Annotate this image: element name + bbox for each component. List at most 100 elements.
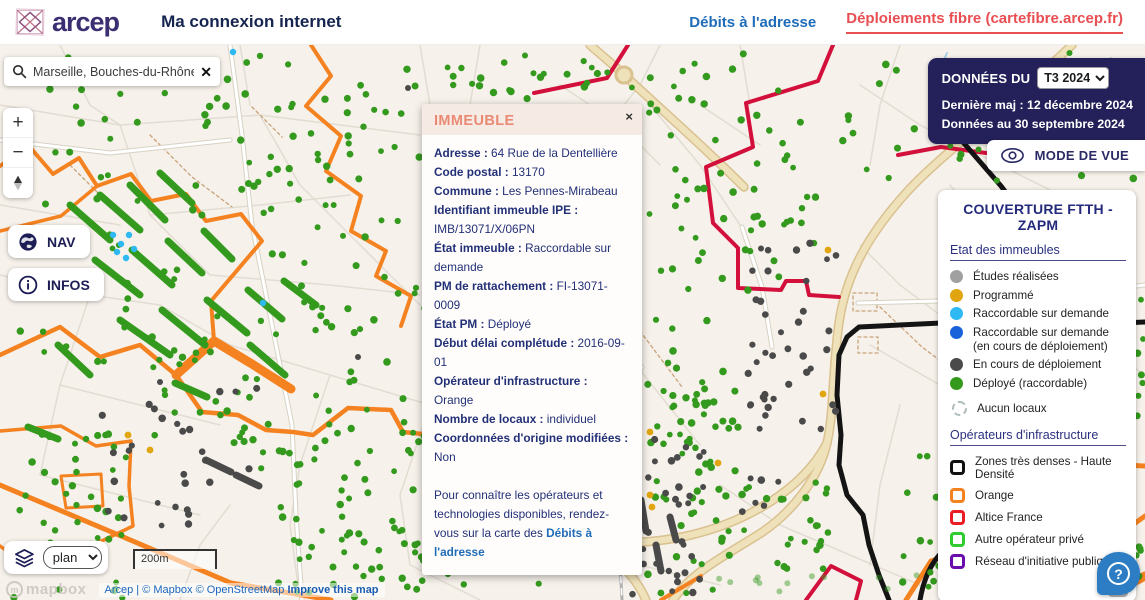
- popup-field: État immeuble : Raccordable sur demande: [434, 239, 630, 277]
- search-input[interactable]: [33, 65, 194, 79]
- legend-section-buildings: Etat des immeubles: [950, 243, 1126, 261]
- legend-item-aucun-locaux: Aucun locaux: [952, 401, 1126, 416]
- attribution-text: Arcep | © Mapbox © OpenStreetMap Improve…: [99, 583, 385, 597]
- brand-name: arcep: [52, 9, 119, 36]
- header-links: Débits à l'adresse Déploiements fibre (ca…: [689, 10, 1123, 34]
- zoom-controls: + −: [3, 108, 33, 198]
- arcep-logo-icon: [12, 4, 48, 40]
- zoom-in-button[interactable]: +: [3, 108, 33, 138]
- legend-item: En cours de déploiement: [950, 358, 1126, 372]
- popup-header: IMMEUBLE ×: [422, 104, 642, 135]
- legend-label: Déployé (raccordable): [973, 377, 1087, 391]
- popup-field: Code postal : 13170: [434, 163, 630, 182]
- basemap-control: plan: [4, 541, 108, 574]
- legend-panel: COUVERTURE FTTH - ZAPM Etat des immeuble…: [938, 190, 1136, 600]
- legend-dot-icon: [950, 307, 963, 320]
- data-period-label: DONNÉES DU: [942, 71, 1031, 86]
- operator-square-icon: [950, 532, 965, 547]
- popup-field: Début délai complétude : 2016-09-01: [434, 334, 630, 372]
- zoom-out-button[interactable]: −: [3, 138, 33, 168]
- legend-item: Raccordable sur demande (en cours de dép…: [950, 326, 1126, 353]
- period-select[interactable]: T3 2024: [1037, 67, 1109, 89]
- search-box: ✕: [4, 57, 220, 86]
- dashed-circle-icon: [952, 401, 967, 416]
- header: arcep Ma connexion internet Débits à l'a…: [0, 0, 1145, 45]
- mapbox-logo[interactable]: m mapbox: [6, 581, 87, 598]
- view-mode-label: MODE DE VUE: [1035, 148, 1129, 163]
- data-period-panel: DONNÉES DU T3 2024 Dernière maj : 12 déc…: [928, 58, 1145, 144]
- operator-square-icon: [950, 554, 965, 569]
- compass-icon: [7, 172, 29, 194]
- legend-dot-icon: [950, 289, 963, 302]
- nav-button-label: NAV: [47, 234, 76, 250]
- legend-item: Raccordable sur demande: [950, 307, 1126, 321]
- legend-label: Autre opérateur privé: [975, 533, 1084, 546]
- legend-operator-item: Altice France: [950, 510, 1126, 525]
- legend-label: Aucun locaux: [977, 402, 1047, 415]
- nav-button[interactable]: NAV: [8, 225, 90, 258]
- popup-footer: Pour connaître les opérateurs et technol…: [434, 486, 630, 562]
- popup-field: PM de rattachement : FI-13071-0009: [434, 277, 630, 315]
- legend-section-operators: Opérateurs d'infrastructure: [950, 428, 1126, 446]
- legend-dot-icon: [950, 270, 963, 283]
- question-mark-icon: ?: [1107, 562, 1130, 585]
- globe-icon: [18, 232, 38, 252]
- compass-button[interactable]: [3, 168, 33, 198]
- attribution-links[interactable]: Arcep | © Mapbox © OpenStreetMap: [105, 584, 285, 596]
- legend-label: Études réalisées: [973, 270, 1059, 284]
- legend-dot-icon: [950, 358, 963, 371]
- legend-operator-items: Zones très denses - Haute Densité Orange A…: [950, 455, 1126, 569]
- legend-dot-icon: [950, 326, 963, 339]
- app: arcep Ma connexion internet Débits à l'a…: [0, 0, 1145, 600]
- close-icon[interactable]: ×: [625, 110, 633, 123]
- mapbox-logo-icon: m: [6, 581, 23, 598]
- legend-operator-item: Autre opérateur privé: [950, 532, 1126, 547]
- operator-square-icon: [950, 510, 965, 525]
- arcep-logo[interactable]: arcep: [12, 4, 119, 40]
- view-mode-button[interactable]: MODE DE VUE: [987, 140, 1145, 171]
- popup-field: Coordonnées d'origine modifiées : Non: [434, 429, 630, 467]
- page-title: Ma connexion internet: [161, 12, 341, 32]
- popup-title: IMMEUBLE: [434, 113, 515, 129]
- legend-operator-item: Orange: [950, 488, 1126, 503]
- operator-square-icon: [950, 488, 965, 503]
- search-icon: [12, 64, 27, 79]
- legend-item: Programmé: [950, 289, 1126, 303]
- popup-field: Identifiant immeuble IPE : IMB/13071/X/0…: [434, 201, 630, 239]
- operator-square-icon: [950, 460, 965, 475]
- infos-button-label: INFOS: [47, 277, 90, 293]
- search-clear-icon[interactable]: ✕: [200, 65, 212, 79]
- header-link-debits[interactable]: Débits à l'adresse: [689, 14, 816, 31]
- popup-field: Nombre de locaux : individuel: [434, 410, 630, 429]
- legend-title: COUVERTURE FTTH - ZAPM: [950, 201, 1126, 233]
- legend-label: Réseau d'initiative publique: [975, 555, 1116, 568]
- header-link-deploiements[interactable]: Déploiements fibre (cartefibre.arcep.fr): [846, 10, 1123, 34]
- legend-label: Programmé: [973, 289, 1034, 303]
- legend-item: Déployé (raccordable): [950, 377, 1126, 391]
- legend-label: Altice France: [975, 511, 1043, 524]
- data-date-text: Données au 30 septembre 2024: [942, 115, 1133, 134]
- popup-field: Commune : Les Pennes-Mirabeau: [434, 182, 630, 201]
- popup-field: Adresse : 64 Rue de la Dentellière: [434, 144, 630, 163]
- basemap-select[interactable]: plan: [43, 546, 102, 569]
- legend-label: Raccordable sur demande: [973, 307, 1109, 321]
- info-icon: [18, 275, 38, 295]
- eye-icon: [1000, 147, 1025, 164]
- legend-label: Zones très denses - Haute Densité: [975, 455, 1126, 481]
- popup-field: Opérateur d'infrastructure : Orange: [434, 372, 630, 410]
- scale-bar: 200m: [133, 549, 217, 569]
- building-popup: IMMEUBLE × Adresse : 64 Rue de la Dentel…: [422, 104, 642, 575]
- legend-label: Orange: [975, 489, 1014, 502]
- layers-icon: [13, 546, 36, 570]
- last-update-text: Dernière maj : 12 décembre 2024: [942, 96, 1133, 115]
- help-button[interactable]: ?: [1097, 552, 1140, 595]
- infos-button[interactable]: INFOS: [8, 268, 104, 301]
- legend-operator-item: Zones très denses - Haute Densité: [950, 455, 1126, 481]
- legend-building-items: Études réalisées Programmé Raccordable sur…: [950, 270, 1126, 391]
- popup-body: Adresse : 64 Rue de la DentellièreCode p…: [422, 135, 642, 575]
- popup-fields: Adresse : 64 Rue de la DentellièreCode p…: [434, 144, 630, 467]
- legend-label: En cours de déploiement: [973, 358, 1101, 372]
- improve-map-link[interactable]: Improve this map: [287, 584, 378, 596]
- legend-dot-icon: [950, 377, 963, 390]
- legend-label: Raccordable sur demande (en cours de dép…: [973, 326, 1126, 353]
